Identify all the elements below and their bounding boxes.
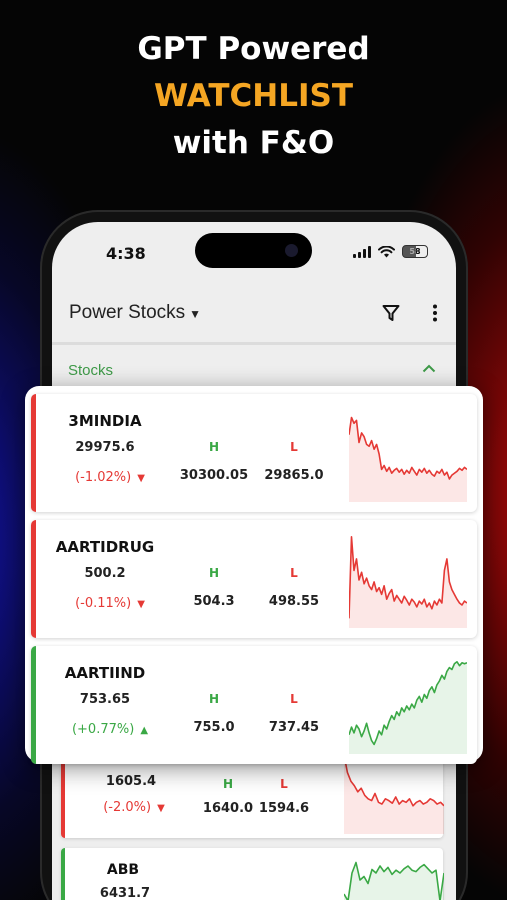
change-value: (-2.0%) (103, 800, 152, 815)
promo-headline: GPT Powered WATCHLIST with F&O (0, 26, 507, 167)
stock-symbol: ABB (106, 862, 140, 878)
low-value: 498.55 (268, 594, 320, 609)
sparkline-area (349, 417, 467, 502)
headline-line-2: WATCHLIST (154, 78, 353, 114)
camera-icon (285, 244, 298, 257)
stock-price: 500.2 (84, 566, 126, 581)
watchlist-selector[interactable]: Power Stocks ▼ (69, 302, 201, 324)
watchlist-highlight-panel: 3MINDIA 29975.6 (-1.02%) ▼ H L 30300.05 2… (25, 386, 483, 764)
stock-card[interactable]: AARTIIND 753.65 (+0.77%) ▲ H L 755.0 737.… (31, 646, 477, 764)
low-label: L (290, 566, 298, 580)
high-label: H (208, 440, 220, 454)
dynamic-island (195, 233, 312, 268)
stock-price: 1605.4 (105, 774, 157, 789)
low-value: 1594.6 (258, 801, 310, 816)
high-value: 504.3 (193, 594, 235, 609)
battery-icon: 58 (402, 245, 428, 258)
change-value: (-0.11%) (75, 596, 132, 611)
sparkline-chart (349, 416, 467, 502)
stock-price: 753.65 (79, 692, 131, 707)
dropdown-caret-icon: ▼ (189, 307, 202, 321)
low-value: 737.45 (268, 720, 320, 735)
stock-price: 29975.6 (75, 440, 135, 455)
more-vert-icon[interactable] (432, 304, 438, 322)
high-label: H (208, 692, 220, 706)
change-value: (+0.77%) (71, 722, 135, 737)
high-value: 755.0 (193, 720, 235, 735)
stock-change: (+0.77%) ▲ (45, 722, 175, 737)
low-label: L (280, 777, 288, 791)
stock-symbol: AARTIDRUG (55, 538, 155, 556)
stock-card[interactable]: AARTIDRUG 500.2 (-0.11%) ▼ H L 504.3 498.… (31, 520, 477, 638)
stock-price: 6431.7 (99, 886, 151, 900)
stock-symbol: 3MINDIA (68, 412, 142, 430)
headline-line-3: with F&O (172, 125, 335, 161)
signal-icon (353, 245, 371, 258)
sparkline-area (344, 754, 444, 834)
trend-bar (31, 646, 36, 764)
high-value: 30300.05 (179, 468, 249, 483)
stock-change: (-0.11%) ▼ (45, 596, 175, 611)
low-value: 29865.0 (264, 468, 324, 483)
stock-symbol: AARTIIND (64, 664, 146, 682)
stock-change: (-1.02%) ▼ (45, 470, 175, 485)
stock-change: (-2.0%) ▼ (69, 800, 199, 815)
trend-bar (31, 394, 36, 512)
app-bar-divider (52, 342, 456, 345)
trend-bar (31, 520, 36, 638)
low-label: L (290, 440, 298, 454)
section-label[interactable]: Stocks (68, 362, 113, 379)
status-time: 4:38 (106, 244, 146, 263)
arrow-up-icon: ▲ (140, 725, 149, 736)
sparkline-chart (349, 661, 467, 754)
status-icons: 58 (353, 245, 428, 258)
stock-card-background-2[interactable]: ABB 6431.7 (61, 848, 444, 900)
headline-line-1: GPT Powered (137, 31, 370, 67)
low-label: L (290, 692, 298, 706)
arrow-down-icon: ▼ (157, 803, 165, 814)
filter-icon[interactable] (382, 304, 400, 322)
change-value: (-1.02%) (75, 470, 132, 485)
stock-card[interactable]: 3MINDIA 29975.6 (-1.02%) ▼ H L 30300.05 2… (31, 394, 477, 512)
wifi-icon (378, 245, 395, 257)
watchlist-title: Power Stocks (69, 302, 186, 323)
high-label: H (208, 566, 220, 580)
arrow-down-icon: ▼ (137, 473, 145, 484)
sparkline-area (344, 862, 444, 900)
sparkline-chart (349, 536, 467, 628)
arrow-down-icon: ▼ (137, 599, 145, 610)
battery-level: 58 (409, 247, 421, 256)
chevron-up-icon[interactable] (422, 364, 436, 373)
sparkline-chart (344, 861, 444, 900)
